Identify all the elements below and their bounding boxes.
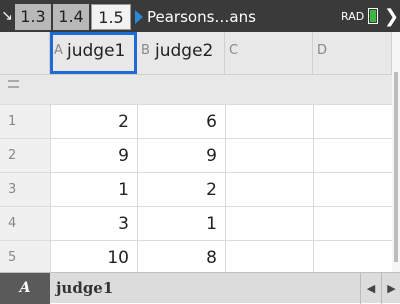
formula-equals-icon	[8, 80, 19, 88]
scroll-right-icon[interactable]: ▶	[381, 273, 400, 304]
selected-cell-ref: A	[0, 273, 50, 304]
row-number[interactable]: 2	[0, 138, 50, 172]
row-number[interactable]: 4	[0, 206, 50, 240]
tab-1-4[interactable]: 1.4	[53, 4, 89, 30]
column-name: judge1	[67, 41, 126, 61]
battery-icon	[368, 8, 378, 24]
tab-1-3[interactable]: 1.3	[15, 4, 51, 30]
column-header-c[interactable]: C	[225, 32, 313, 74]
column-letter: A	[54, 43, 63, 58]
formula-row[interactable]	[0, 74, 392, 105]
cell-c3[interactable]	[225, 172, 313, 206]
vertical-scrollbar[interactable]	[392, 32, 400, 272]
cell-c2[interactable]	[225, 138, 313, 172]
cell-d5[interactable]	[313, 240, 392, 274]
scrollbar-thumb[interactable]	[394, 72, 398, 262]
cursor-corner-icon[interactable]: ↘	[0, 2, 14, 30]
toolbar: ↘ 1.3 1.4 1.5 Pearsons…ans RAD ❯	[0, 0, 400, 32]
cell-a3[interactable]: 1	[50, 172, 137, 206]
cell-b3[interactable]: 2	[137, 172, 225, 206]
cell-c4[interactable]	[225, 206, 313, 240]
cell-c5[interactable]	[225, 240, 313, 274]
row-number[interactable]: 3	[0, 172, 50, 206]
cell-c1[interactable]	[225, 104, 313, 138]
cell-b2[interactable]: 9	[137, 138, 225, 172]
row-number[interactable]: 1	[0, 104, 50, 138]
cell-a4[interactable]: 3	[50, 206, 137, 240]
scroll-left-icon[interactable]: ◀	[360, 273, 381, 304]
cell-d1[interactable]	[313, 104, 392, 138]
cell-a1[interactable]: 2	[50, 104, 137, 138]
cell-d4[interactable]	[313, 206, 392, 240]
column-header-b[interactable]: B judge2	[137, 32, 225, 74]
cell-b4[interactable]: 1	[137, 206, 225, 240]
column-name: judge2	[155, 41, 214, 61]
cell-d2[interactable]	[313, 138, 392, 172]
cell-b1[interactable]: 6	[137, 104, 225, 138]
cell-a5[interactable]: 10	[50, 240, 137, 274]
document-arrow-icon	[135, 10, 143, 24]
document-name[interactable]: Pearsons…ans	[147, 4, 256, 30]
tab-1-5[interactable]: 1.5	[91, 4, 131, 30]
column-letter: B	[141, 43, 150, 58]
column-letter: C	[229, 43, 239, 58]
row-number[interactable]: 5	[0, 240, 50, 274]
cell-a2[interactable]: 9	[50, 138, 137, 172]
cell-content-field[interactable]: judge1	[56, 273, 113, 304]
angle-mode-label: RAD	[341, 10, 365, 23]
cell-b5[interactable]: 8	[137, 240, 225, 274]
close-icon[interactable]: ❯	[384, 4, 399, 30]
column-letter: D	[317, 43, 328, 58]
corner-header[interactable]	[0, 32, 50, 74]
entry-line: A judge1 ◀ ▶	[0, 272, 400, 304]
column-header-a[interactable]: A judge1	[50, 32, 137, 74]
column-header-d[interactable]: D	[313, 32, 392, 74]
cell-d3[interactable]	[313, 172, 392, 206]
